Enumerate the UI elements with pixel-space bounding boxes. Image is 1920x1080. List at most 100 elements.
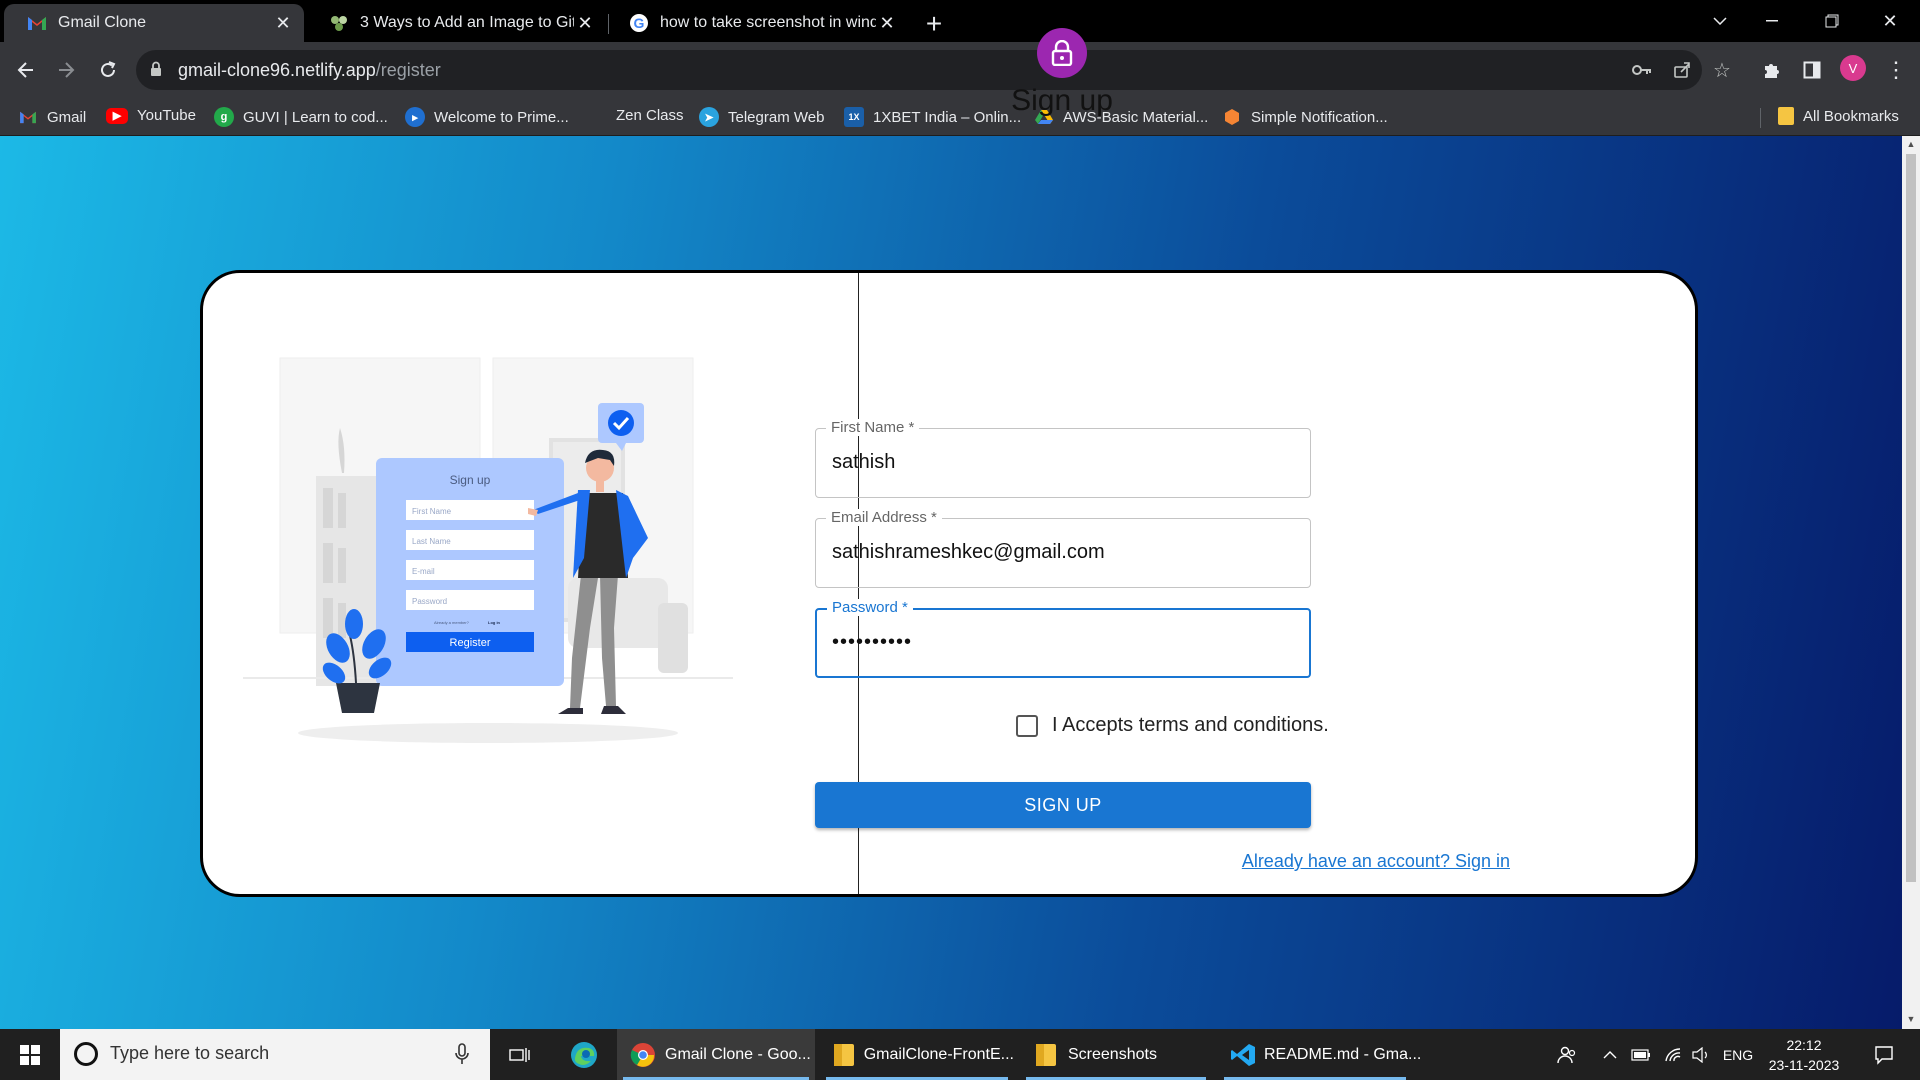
illustration-field-first-name: First Name	[412, 507, 452, 516]
illustration-footer-link: Log in	[488, 620, 501, 625]
edge-icon[interactable]	[562, 1029, 606, 1080]
tab-gmail-clone[interactable]: Gmail Clone ✕	[4, 4, 304, 42]
wikihow-icon	[328, 12, 350, 34]
taskbar-app-screenshots[interactable]: Screenshots	[1020, 1029, 1212, 1080]
battery-icon[interactable]	[1628, 1029, 1654, 1080]
all-bookmarks-folder[interactable]: All Bookmarks	[1778, 107, 1899, 125]
bookmark-zen-class[interactable]: Zen Class	[616, 107, 684, 124]
first-name-input[interactable]	[832, 451, 1292, 474]
page-scrollbar[interactable]: ▲ ▼	[1902, 136, 1920, 1029]
extensions-icon[interactable]	[1756, 54, 1788, 86]
illustration-field-password: Password	[412, 597, 447, 606]
scrollbar-thumb[interactable]	[1906, 154, 1916, 882]
telegram-icon: ➤	[699, 107, 719, 127]
first-name-field[interactable]: First Name *	[815, 419, 1311, 498]
password-input[interactable]	[832, 631, 1292, 654]
taskbar-app-label: Gmail Clone - Goo...	[665, 1045, 811, 1063]
signup-illustration: Sign up First Name Last Name E-mail Pass…	[243, 357, 733, 743]
taskbar-app-chrome[interactable]: Gmail Clone - Goo...	[617, 1029, 815, 1080]
vscode-icon	[1230, 1041, 1256, 1069]
menu-dots-icon[interactable]: ⋮	[1880, 54, 1912, 86]
forward-button[interactable]	[50, 54, 82, 86]
gmail-icon	[26, 12, 48, 34]
microphone-icon[interactable]	[455, 1043, 469, 1070]
url-path: /register	[375, 60, 441, 80]
clock-date: 23-11-2023	[1768, 1057, 1840, 1073]
bookmark-label: Telegram Web	[728, 108, 825, 126]
illustration-footer-text: Already a member?	[434, 620, 470, 625]
bookmark-prime[interactable]: ▸ Welcome to Prime...	[405, 107, 569, 127]
notification-icon[interactable]	[1864, 1029, 1904, 1080]
close-window-button[interactable]: ✕	[1870, 6, 1910, 36]
bookmark-guvi[interactable]: g GUVI | Learn to cod...	[214, 107, 388, 127]
bookmark-label: Zen Class	[616, 107, 684, 124]
terms-checkbox-row[interactable]: I Accepts terms and conditions.	[1016, 714, 1329, 737]
bookmark-divider	[1760, 108, 1761, 128]
key-icon[interactable]	[1630, 58, 1654, 82]
tab-title: 3 Ways to Add an Image to GitH	[360, 14, 574, 31]
minimize-button[interactable]	[1752, 6, 1792, 36]
address-bar[interactable]: gmail-clone96.netlify.app/register ☆	[136, 50, 1731, 90]
bookmark-simple-notification[interactable]: Simple Notification...	[1222, 107, 1388, 127]
bookmark-label: Welcome to Prime...	[434, 108, 569, 126]
taskbar-app-label: GmailClone-FrontE...	[863, 1045, 1014, 1063]
taskbar-app-label: Screenshots	[1068, 1045, 1157, 1063]
taskbar-app-label: README.md - Gma...	[1264, 1045, 1422, 1063]
tab-title: Gmail Clone	[58, 14, 147, 31]
wifi-icon[interactable]	[1660, 1029, 1686, 1080]
lock-icon	[1051, 40, 1073, 66]
share-icon[interactable]	[1670, 58, 1694, 82]
side-panel-icon[interactable]	[1796, 54, 1828, 86]
close-icon[interactable]: ✕	[876, 12, 898, 34]
input-language[interactable]: ENG	[1720, 1029, 1756, 1080]
close-icon[interactable]: ✕	[272, 12, 294, 34]
show-hidden-icons-chevron-icon[interactable]	[1598, 1029, 1622, 1080]
folder-icon	[832, 1041, 856, 1069]
email-label: Email Address *	[826, 509, 942, 526]
system-clock[interactable]: 22:12 23-11-2023	[1756, 1035, 1852, 1075]
illustration-title: Sign up	[450, 473, 491, 487]
email-field[interactable]: Email Address *	[815, 509, 1311, 588]
bookmark-youtube[interactable]: ▶ YouTube	[106, 107, 196, 124]
windows-taskbar: Type here to search Gmail Clone - Goo...…	[0, 1029, 1920, 1080]
volume-icon[interactable]	[1688, 1029, 1714, 1080]
back-button[interactable]	[10, 54, 42, 86]
profile-avatar[interactable]: V	[1840, 55, 1866, 81]
reload-button[interactable]	[92, 54, 124, 86]
bookmark-gmail[interactable]: Gmail	[18, 107, 86, 127]
illustration-register-button: Register	[450, 637, 491, 649]
taskbar-app-explorer-frontend[interactable]: GmailClone-FrontE...	[820, 1029, 1014, 1080]
lock-icon[interactable]	[150, 61, 162, 82]
gmail-icon	[18, 107, 38, 127]
windows-logo-icon	[20, 1044, 40, 1065]
terms-label: I Accepts terms and conditions.	[1052, 714, 1329, 736]
scroll-down-arrow-icon[interactable]: ▼	[1906, 1014, 1916, 1024]
sign-in-link[interactable]: Already have an account? Sign in	[1242, 851, 1510, 872]
bookmark-telegram[interactable]: ➤ Telegram Web	[699, 107, 824, 127]
start-button[interactable]	[0, 1029, 60, 1080]
taskbar-app-vscode[interactable]: README.md - Gma...	[1218, 1029, 1421, 1080]
close-icon[interactable]: ✕	[574, 12, 596, 34]
task-view-icon[interactable]	[500, 1029, 540, 1080]
bookmark-label: YouTube	[137, 107, 196, 124]
bookmark-label: All Bookmarks	[1803, 107, 1899, 125]
tab-search-chevron-icon[interactable]	[1700, 6, 1740, 36]
tab-screenshot-search[interactable]: G how to take screenshot in windo ✕	[606, 4, 908, 42]
email-input[interactable]	[832, 541, 1292, 564]
people-icon[interactable]	[1552, 1029, 1582, 1080]
password-label: Password *	[827, 599, 913, 616]
tab-strip: Gmail Clone ✕ 3 Ways to Add an Image to …	[0, 0, 1920, 42]
first-name-label: First Name *	[826, 419, 920, 436]
terms-checkbox[interactable]	[1016, 714, 1038, 737]
bookmark-label: Gmail	[47, 108, 87, 126]
cortana-icon	[74, 1042, 98, 1066]
tab-github-image[interactable]: 3 Ways to Add an Image to GitH ✕	[306, 4, 606, 42]
bookmark-star-icon[interactable]: ☆	[1710, 58, 1734, 82]
password-field[interactable]: Password *	[815, 599, 1311, 678]
new-tab-button[interactable]: +	[918, 8, 950, 40]
restore-button[interactable]	[1812, 6, 1852, 36]
page-title: Sign up	[1011, 84, 1113, 117]
taskbar-search-box[interactable]: Type here to search	[60, 1029, 490, 1080]
scroll-up-arrow-icon[interactable]: ▲	[1906, 139, 1916, 149]
sign-up-button[interactable]: SIGN UP	[815, 782, 1311, 828]
